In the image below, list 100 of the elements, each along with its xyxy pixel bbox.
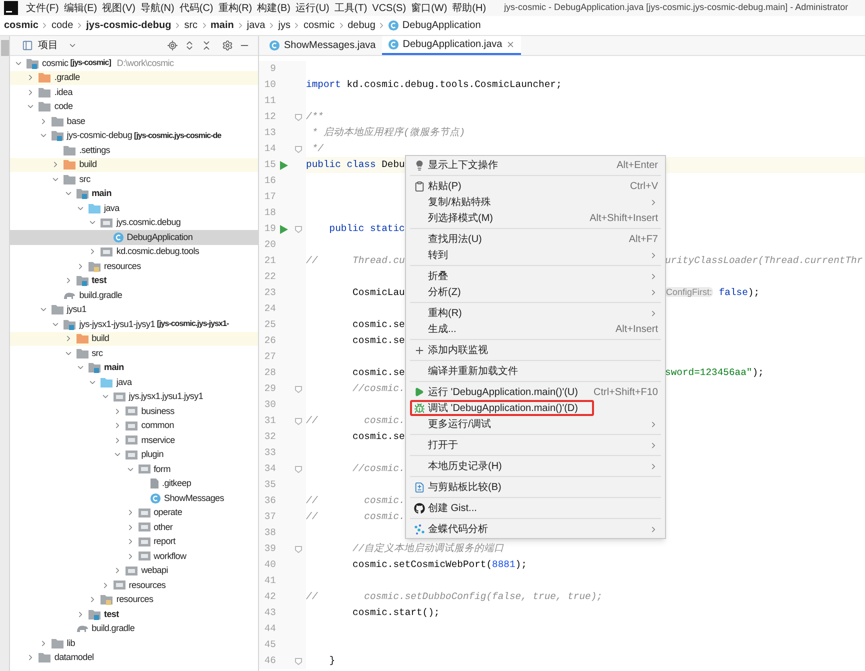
menu-item[interactable]: 重构(R): [410, 305, 661, 321]
tree-item[interactable]: jysu1: [10, 302, 258, 317]
tree-item[interactable]: ShowMessages: [10, 491, 258, 506]
tree-item[interactable]: resources: [10, 592, 258, 607]
fold-marker-icon[interactable]: [294, 466, 302, 472]
tree-item[interactable]: jys-jysx1-jysu1-jysy1 [jys-cosmic.jys-jysx1-: [10, 317, 258, 332]
menu-item[interactable]: 与剪贴板比较(B): [410, 479, 661, 495]
menu-item[interactable]: 创建 Gist...: [410, 500, 661, 516]
tree-item[interactable]: operate: [10, 506, 258, 520]
menu-bar-item[interactable]: 重构(R): [218, 0, 252, 16]
menu-item[interactable]: 查找用法(U) Alt+F7: [410, 231, 661, 247]
breadcrumb-item[interactable]: debug: [348, 18, 376, 33]
tree-item[interactable]: jys.cosmic.debug: [10, 216, 258, 230]
tree-item[interactable]: cosmic [jys-cosmic] D:\work\cosmic: [10, 56, 258, 70]
breadcrumb-item[interactable]: src: [184, 18, 198, 33]
menu-bar-item[interactable]: 窗口(W): [411, 0, 448, 16]
collapse-all-icon[interactable]: [201, 40, 212, 51]
expand-all-icon[interactable]: [184, 40, 195, 51]
dropdown-caret-icon[interactable]: [68, 41, 77, 50]
tree-item[interactable]: mservice: [10, 433, 258, 448]
fold-marker-icon[interactable]: [294, 386, 302, 392]
tree-item[interactable]: main: [10, 360, 258, 375]
run-icon[interactable]: [280, 224, 288, 234]
menu-item[interactable]: 运行 'DebugApplication.main()'(U) Ctrl+Shift+F10: [410, 384, 661, 400]
menu-item[interactable]: 列选择模式(M) Alt+Shift+Insert: [410, 210, 661, 226]
tree-item[interactable]: datamodel: [10, 650, 258, 665]
menu-item[interactable]: 添加内联监视: [410, 342, 661, 358]
tree-item[interactable]: other: [10, 520, 258, 534]
menu-bar-item[interactable]: 文件(F): [26, 0, 59, 16]
menu-item[interactable]: 打开于: [410, 437, 661, 453]
menu-item[interactable]: 显示上下文操作 Alt+Enter: [410, 157, 661, 173]
breadcrumb-item[interactable]: main: [210, 18, 234, 33]
editor-tab[interactable]: DebugApplication.java: [382, 36, 522, 55]
tree-item[interactable]: lib: [10, 636, 258, 650]
breadcrumb-item[interactable]: jys: [278, 18, 290, 33]
settings-icon[interactable]: [222, 40, 233, 51]
fold-marker-icon[interactable]: [294, 146, 302, 152]
breadcrumb-item[interactable]: jys-cosmic-debug: [86, 18, 172, 33]
fold-marker-icon[interactable]: [294, 658, 302, 664]
menu-item[interactable]: 编译并重新加载文件: [410, 363, 661, 379]
breadcrumb-item[interactable]: java: [246, 18, 266, 33]
menu-item[interactable]: 调试 'DebugApplication.main()'(D): [410, 400, 661, 416]
tree-item[interactable]: .idea: [10, 85, 258, 100]
tree-item[interactable]: .settings: [10, 143, 258, 158]
tree-item[interactable]: kd.cosmic.debug.tools: [10, 244, 258, 259]
menu-item[interactable]: 更多运行/调试: [410, 416, 661, 432]
close-icon[interactable]: [506, 40, 516, 49]
tree-item[interactable]: code: [10, 100, 258, 114]
menu-bar-item[interactable]: VCS(S): [372, 0, 406, 16]
fold-marker-icon[interactable]: [294, 226, 302, 232]
tree-item[interactable]: base: [10, 114, 258, 128]
fold-marker-icon[interactable]: [294, 546, 302, 552]
menu-item[interactable]: 生成... Alt+Insert: [410, 321, 661, 337]
menu-item[interactable]: 转到: [410, 247, 661, 263]
menu-item[interactable]: 复制/粘贴特殊: [410, 194, 661, 210]
panel-title[interactable]: 项目: [38, 38, 58, 53]
tree-item[interactable]: jys-cosmic-debug [jys-cosmic.jys-cosmic-de: [10, 128, 258, 143]
breadcrumb-item[interactable]: code: [51, 18, 74, 33]
tree-item[interactable]: form: [10, 462, 258, 476]
tree-item[interactable]: java: [10, 201, 258, 216]
tree-item[interactable]: src: [10, 346, 258, 360]
menu-item[interactable]: 本地历史记录(H): [410, 458, 661, 474]
menu-bar-item[interactable]: 编辑(E): [64, 0, 98, 16]
editor-tab[interactable]: ShowMessages.java: [263, 36, 382, 55]
tree-item[interactable]: webapi: [10, 564, 258, 578]
fold-marker-icon[interactable]: [294, 114, 302, 120]
tree-item[interactable]: plugin: [10, 448, 258, 462]
menu-bar-item[interactable]: 导航(N): [140, 0, 174, 16]
tree-item[interactable]: business: [10, 404, 258, 418]
tree-item[interactable]: resources: [10, 578, 258, 592]
tree-item[interactable]: build: [10, 332, 258, 346]
menu-bar-item[interactable]: 代码(C): [179, 0, 214, 16]
menu-item[interactable]: 金蝶代码分析: [410, 521, 661, 537]
menu-bar-item[interactable]: 运行(U): [295, 0, 330, 16]
tree-item[interactable]: resources: [10, 259, 258, 274]
tree-item[interactable]: build: [10, 158, 258, 172]
tree-item[interactable]: build.gradle: [10, 288, 258, 302]
tree-item[interactable]: java: [10, 375, 258, 390]
tree-item[interactable]: src: [10, 172, 258, 186]
tree-item[interactable]: report: [10, 534, 258, 549]
menu-bar-item[interactable]: 构建(B): [257, 0, 290, 16]
menu-bar-item[interactable]: 工具(T): [334, 0, 368, 16]
fold-marker-icon[interactable]: [294, 418, 302, 424]
tree-item[interactable]: main: [10, 186, 258, 201]
locate-icon[interactable]: [167, 40, 178, 51]
tree-item[interactable]: workflow: [10, 549, 258, 564]
run-icon[interactable]: [280, 160, 288, 170]
tree-item[interactable]: common: [10, 418, 258, 433]
menu-item[interactable]: 粘贴(P) Ctrl+V: [410, 178, 661, 194]
tree-item[interactable]: .gradle: [10, 70, 258, 85]
tree-item[interactable]: DebugApplication: [10, 230, 258, 244]
menu-item[interactable]: 分析(Z): [410, 284, 661, 300]
menu-item[interactable]: 折叠: [410, 268, 661, 284]
tree-item[interactable]: jys.jysx1.jysu1.jysy1: [10, 390, 258, 404]
menu-bar-item[interactable]: 帮助(H): [452, 0, 486, 16]
breadcrumb-item[interactable]: cosmic: [303, 18, 335, 33]
menu-bar-item[interactable]: 视图(V): [102, 0, 136, 16]
tree-item[interactable]: test: [10, 274, 258, 288]
breadcrumb-item[interactable]: cosmic: [4, 18, 38, 33]
tree-item[interactable]: build.gradle: [10, 622, 258, 636]
